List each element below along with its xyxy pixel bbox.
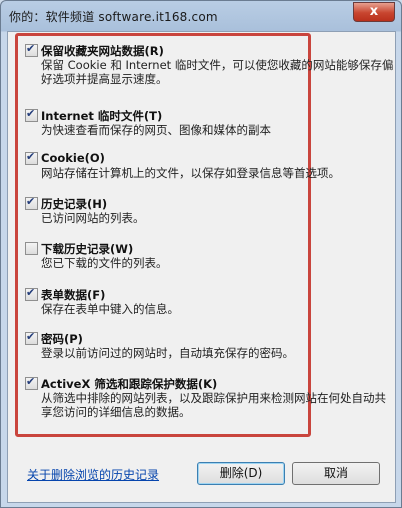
option-description: 从筛选中排除的网站列表，以及跟踪保护用来检测网站在何处自动共享您访问的详细信息的… bbox=[41, 391, 386, 419]
delete-browsing-history-dialog: 你的：软件频道 software.it168.com x 保留收藏夹网站数据(R… bbox=[0, 0, 402, 508]
checkbox[interactable] bbox=[25, 242, 38, 255]
option-label: Internet 临时文件(T) bbox=[41, 109, 163, 123]
option-label: ActiveX 筛选和跟踪保护数据(K) bbox=[41, 377, 218, 391]
option-label: 密码(P) bbox=[41, 332, 83, 346]
checkbox[interactable] bbox=[25, 107, 38, 122]
checkbox[interactable] bbox=[25, 195, 38, 210]
checkbox[interactable] bbox=[25, 286, 38, 301]
checkbox[interactable] bbox=[25, 330, 38, 345]
checkbox[interactable] bbox=[25, 150, 38, 165]
option-label: 表单数据(F) bbox=[41, 288, 106, 302]
title-bar[interactable]: 你的：软件频道 software.it168.com x bbox=[1, 1, 401, 31]
option-label: 历史记录(H) bbox=[41, 197, 108, 211]
option-label: 下载历史记录(W) bbox=[41, 242, 134, 256]
option-label: Cookie(O) bbox=[41, 151, 105, 165]
option-description: 为快速查看而保存的网页、图像和媒体的副本 bbox=[41, 123, 271, 137]
option-description: 已访问网站的列表。 bbox=[41, 211, 145, 225]
close-button[interactable]: x bbox=[353, 2, 395, 22]
checkbox[interactable] bbox=[25, 375, 38, 390]
option-description: 保存在表单中键入的信息。 bbox=[41, 302, 179, 316]
close-icon: x bbox=[369, 4, 379, 19]
option-description: 保留 Cookie 和 Internet 临时文件，可以使您收藏的网站能够保存偏… bbox=[41, 58, 394, 86]
cancel-button[interactable]: 取消 bbox=[292, 462, 380, 485]
window-title: 你的：软件频道 software.it168.com bbox=[9, 10, 218, 24]
option-description: 您已下载的文件的列表。 bbox=[41, 256, 168, 270]
checkbox[interactable] bbox=[25, 42, 38, 57]
delete-button[interactable]: 删除(D) bbox=[197, 462, 285, 485]
option-description: 网站存储在计算机上的文件，以保存如登录信息等首选项。 bbox=[41, 166, 340, 180]
option-label: 保留收藏夹网站数据(R) bbox=[41, 44, 164, 58]
option-description: 登录以前访问过的网站时，自动填充保存的密码。 bbox=[41, 346, 294, 360]
about-deleting-history-link[interactable]: 关于删除浏览的历史记录 bbox=[27, 466, 159, 483]
